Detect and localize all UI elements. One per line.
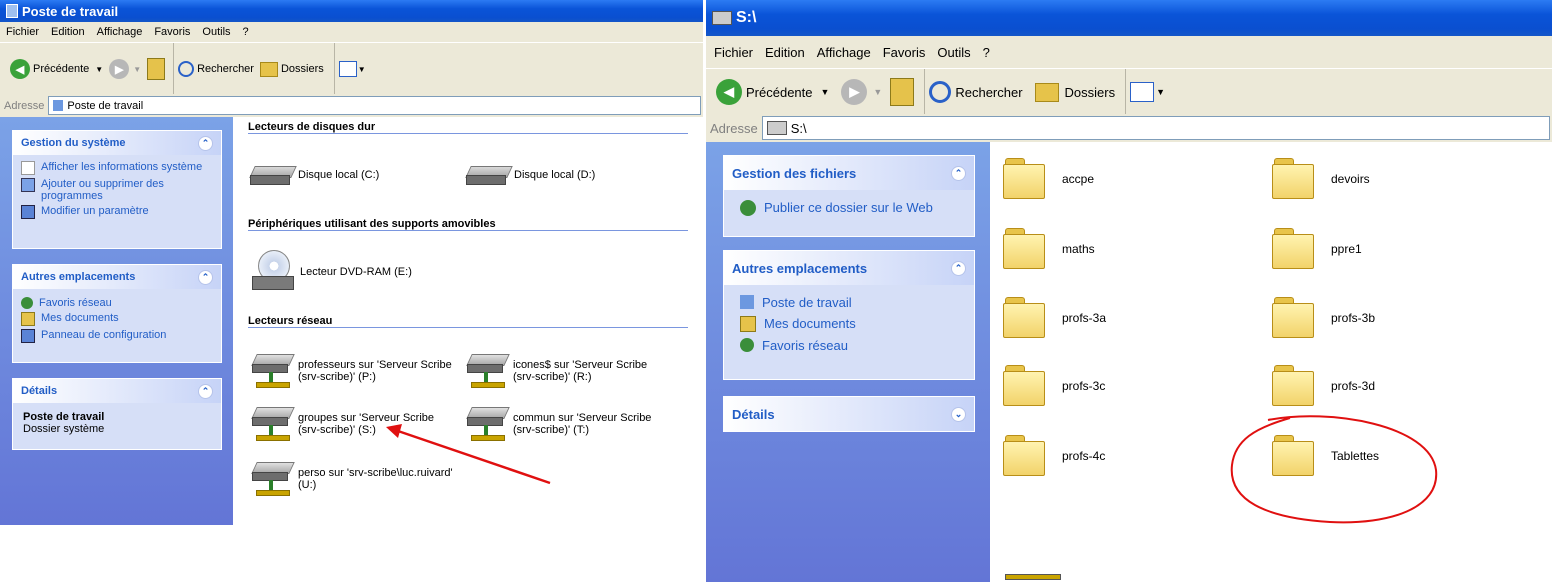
annotation-circle bbox=[1230, 415, 1438, 524]
